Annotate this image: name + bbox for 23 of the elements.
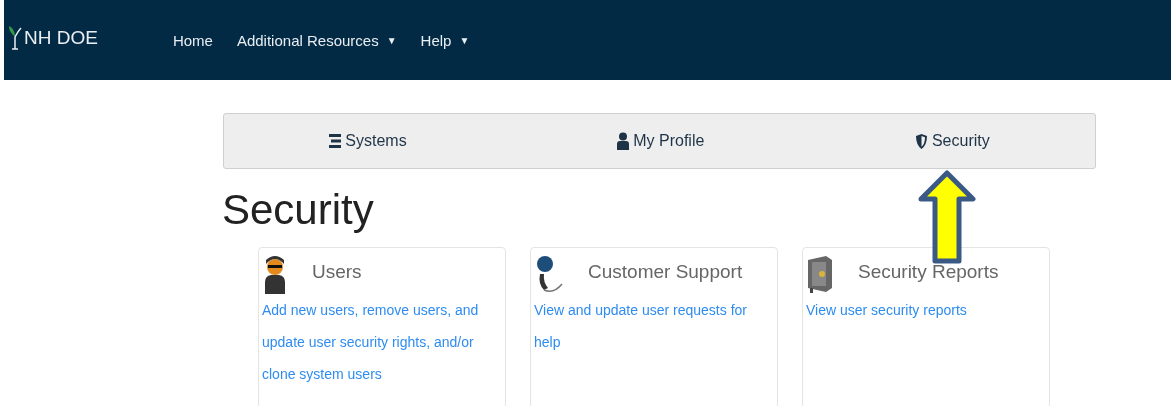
brand-link[interactable]: NH DOE — [8, 0, 98, 53]
tab[interactable]: Security — [914, 129, 990, 153]
card-link[interactable]: View and update user requests for help — [534, 294, 774, 359]
tab[interactable]: My Profile — [617, 129, 705, 153]
caret-icon: ▼ — [459, 35, 470, 46]
card-title: Customer Support — [588, 260, 743, 285]
nav-link-item[interactable]: Home — [172, 0, 213, 53]
card-link[interactable]: Add new users, remove users, and update user security rights, and/or clone system users — [262, 294, 502, 391]
card-title: Security Reports — [858, 260, 999, 285]
nav-link-item[interactable]: Additional Resources $^{▼}$ — [236, 0, 397, 53]
arrow-icon — [918, 170, 976, 264]
user-icon — [262, 254, 288, 295]
caret-icon: ▼ — [386, 35, 397, 46]
shield-icon — [914, 132, 928, 150]
nav-link-item[interactable]: Help $^{▼}$ — [420, 0, 470, 53]
safe-icon — [806, 254, 834, 295]
card-title: Users — [312, 260, 362, 285]
list-icon — [329, 133, 342, 149]
page-heading: Security — [222, 187, 375, 234]
sprout-icon — [8, 25, 22, 52]
person-icon — [617, 132, 630, 150]
card-link[interactable]: View user security reports — [806, 294, 1046, 327]
tab[interactable]: Systems — [329, 129, 407, 153]
